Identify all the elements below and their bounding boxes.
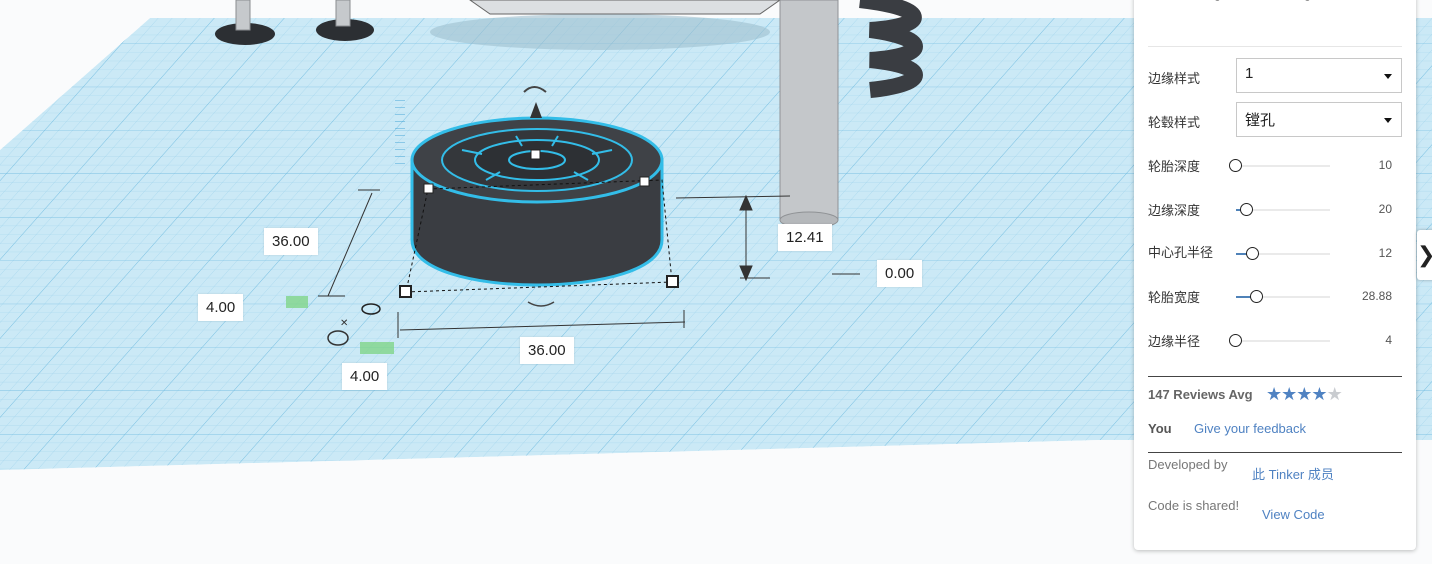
hole-radius-value: 12 xyxy=(1378,246,1392,260)
star-icon: ★ xyxy=(1281,384,1297,404)
svg-text:✕: ✕ xyxy=(340,318,348,329)
developer-link[interactable]: 此 Tinker 成员 xyxy=(1252,464,1334,483)
tire-depth-slider[interactable] xyxy=(1229,158,1330,174)
chevron-down-icon xyxy=(1384,118,1392,123)
edge-style-label: 边缘样式 xyxy=(1148,71,1201,86)
edge-radius-label: 边缘半径 xyxy=(1148,334,1201,349)
chevron-down-icon xyxy=(1384,74,1392,79)
edge-depth-value: 20 xyxy=(1378,202,1392,216)
resize-handle[interactable] xyxy=(399,285,412,298)
tire-width-slider[interactable] xyxy=(1236,289,1330,305)
tire-width-value: 28.88 xyxy=(1361,289,1392,303)
rating-stars: ★★★★★ xyxy=(1266,384,1343,405)
panel-top-values: 0 0 xyxy=(1134,0,1416,6)
hole-radius-slider[interactable] xyxy=(1236,246,1330,262)
chevron-right-icon[interactable]: ❯ xyxy=(1417,230,1432,280)
edge-style-select[interactable]: 1 xyxy=(1236,58,1402,93)
dimension-depth-label[interactable]: 36.00 xyxy=(264,228,318,255)
edge-radius-value: 4 xyxy=(1385,333,1392,347)
star-icon: ★ xyxy=(1266,384,1282,404)
star-icon: ★ xyxy=(1296,384,1312,404)
divider xyxy=(1148,46,1402,47)
tire-width-label: 轮胎宽度 xyxy=(1148,290,1201,305)
slider-knob[interactable] xyxy=(1245,247,1259,260)
slider-knob[interactable] xyxy=(1229,159,1242,172)
dimension-offset-bottom-label[interactable]: 4.00 xyxy=(342,363,388,390)
hole-radius-label: 中心孔半径 xyxy=(1148,245,1214,260)
dimension-elevation-label[interactable]: 0.00 xyxy=(877,260,923,287)
slider-knob[interactable] xyxy=(1229,334,1242,347)
edge-radius-slider[interactable] xyxy=(1229,333,1330,349)
hub-style-select[interactable]: 镗孔 xyxy=(1236,102,1402,137)
give-feedback-link[interactable]: Give your feedback xyxy=(1194,421,1306,436)
hub-style-label: 轮毂样式 xyxy=(1148,115,1201,130)
shape-inspector-panel: 0 0 边缘样式 1 轮毂样式 镗孔 轮胎深度 10 边缘深度 20 中心孔半径… xyxy=(1134,0,1416,550)
view-code-link[interactable]: View Code xyxy=(1262,507,1325,522)
slider-knob[interactable] xyxy=(1240,203,1254,216)
slider-knob[interactable] xyxy=(1249,290,1263,303)
dimension-width-label[interactable]: 36.00 xyxy=(520,337,574,364)
star-icon: ★ xyxy=(1326,384,1343,404)
tire-depth-label: 轮胎深度 xyxy=(1148,159,1201,174)
star-icon: ★ xyxy=(1311,384,1327,404)
you-label: You xyxy=(1148,421,1172,436)
edge-depth-label: 边缘深度 xyxy=(1148,203,1201,218)
divider xyxy=(1148,376,1402,377)
reviews-summary: 147 Reviews Avg xyxy=(1148,387,1253,402)
code-shared-label: Code is shared! xyxy=(1148,498,1240,513)
dimension-height-label[interactable]: 12.41 xyxy=(778,224,832,251)
tire-depth-value: 10 xyxy=(1378,158,1392,172)
divider xyxy=(1148,452,1402,453)
dimension-offset-left-label[interactable]: 4.00 xyxy=(198,294,244,321)
resize-handle[interactable] xyxy=(666,275,679,288)
edge-depth-slider[interactable] xyxy=(1236,202,1330,218)
developed-by-label: Developed by xyxy=(1148,457,1228,472)
